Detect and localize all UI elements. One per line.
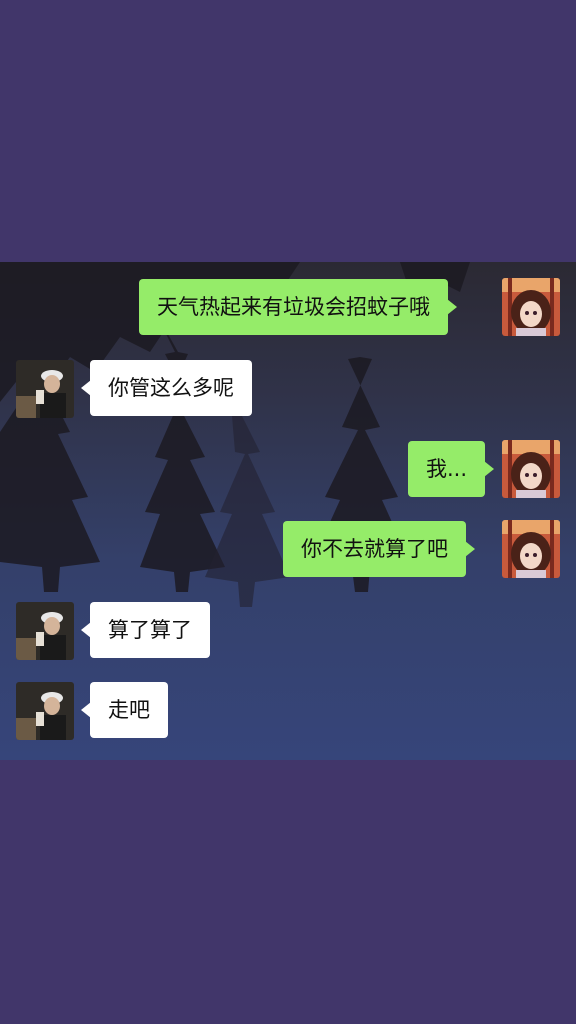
anime-girl-avatar-icon[interactable]: [502, 440, 560, 498]
received-message-bubble[interactable]: 算了算了: [81, 602, 210, 658]
anime-girl-avatar-icon[interactable]: [502, 278, 560, 336]
received-message-bubble[interactable]: 你管这么多呢: [81, 360, 252, 416]
boy-photo-avatar-icon[interactable]: [16, 682, 74, 740]
boy-photo-avatar-icon[interactable]: [16, 602, 74, 660]
sent-message-bubble[interactable]: 你不去就算了吧: [283, 521, 475, 577]
sent-message-bubble[interactable]: 我...: [408, 441, 495, 497]
sent-message-bubble[interactable]: 天气热起来有垃圾会招蚊子哦: [139, 279, 457, 335]
chat-panel: 天气热起来有垃圾会招蚊子哦 你管这么多呢 我... 你不去就算了吧 算了算了 走…: [0, 262, 576, 760]
anime-girl-avatar-icon[interactable]: [502, 520, 560, 578]
boy-photo-avatar-icon[interactable]: [16, 360, 74, 418]
received-message-bubble[interactable]: 走吧: [81, 682, 168, 738]
tree-silhouette-background: [0, 262, 470, 607]
